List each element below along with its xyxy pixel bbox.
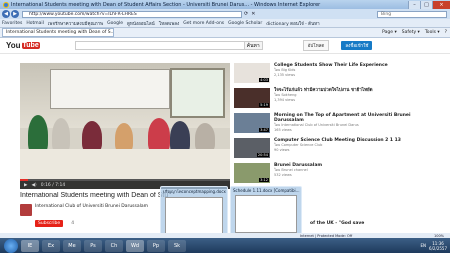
minimize-button[interactable]: – (408, 0, 420, 9)
related-videos: 4:03 College Students Show Their Life Ex… (234, 63, 434, 188)
youtube-header: You Tube ค้นหา อัปโหลด ลงชื่อเข้าใช้ (0, 38, 450, 54)
taskbar-app[interactable]: IE (21, 239, 39, 252)
window-title: International Students meeting with Dean… (11, 1, 321, 8)
youtube-search-button[interactable]: ค้นหา (244, 41, 263, 50)
taskbar-preview[interactable]: Schedule 1.11.docx [Compatibi... (230, 186, 302, 236)
related-views: 165 views (274, 127, 292, 132)
favorites-bar: Favorites Hotmail เพจรักษาความสงบมีคุณภา… (0, 19, 450, 28)
related-video[interactable]: 20:54 Computer Science Club Meeting Disc… (234, 138, 434, 158)
stop-icon[interactable]: ✕ (251, 11, 255, 17)
title-bar: International Students meeting with Dean… (0, 0, 450, 9)
forward-button[interactable]: ▶ (11, 10, 19, 18)
player-time: 0:16 / 7:14 (40, 182, 66, 188)
video-player[interactable]: ▶ ◀) 0:16 / 7:14 (20, 63, 230, 189)
owner-name[interactable]: International Club of Universiti Brunei … (35, 204, 148, 209)
tools-menu[interactable]: Tools ▾ (425, 30, 440, 35)
url-field[interactable]: http://www.youtube.com/watch?v=lLhFR-LHR… (22, 10, 242, 18)
upload-button[interactable]: อัปโหลด (302, 40, 330, 51)
fav-scholar[interactable]: Google Scholar (228, 21, 262, 26)
video-duration: 3:12 (259, 178, 269, 182)
related-video[interactable]: 5:19 ใจจะไร้แก่แล้ว ท่ามีความปวดใจไปงาน … (234, 88, 434, 108)
fav-link[interactable]: โหลดเพลง (159, 20, 180, 27)
video-thumbnail[interactable]: 3:47 (234, 113, 270, 133)
video-scene-whiteboard (50, 69, 170, 109)
avatar[interactable] (20, 204, 32, 216)
fav-dictionary[interactable]: dictionary ดอนใจ๋ - ต้นหา (266, 20, 319, 27)
related-views: 532 views (274, 172, 292, 177)
preview-title: Schedule 1.11.docx [Compatibi... (233, 188, 300, 193)
related-title[interactable]: Morning on The Top of Apartment at Unive… (274, 113, 424, 123)
play-icon[interactable]: ▶ (24, 183, 27, 188)
fav-google[interactable]: Google (107, 21, 123, 26)
system-tray: EN 11:36 6/2/2557 (418, 241, 448, 251)
taskbar-app[interactable]: Ex (42, 239, 60, 252)
subscriber-count: 4 (71, 221, 75, 226)
help-menu[interactable]: ? (445, 30, 447, 35)
fav-link[interactable]: ดูหนังออนไลน์ (127, 20, 155, 27)
preview-thumbnail (165, 197, 223, 235)
taskbar-app[interactable]: Wd (126, 239, 144, 252)
start-button[interactable] (4, 238, 18, 253)
maximize-button[interactable]: □ (420, 0, 432, 9)
close-button[interactable]: × (432, 0, 450, 9)
zoom-level[interactable]: 100% (434, 234, 444, 238)
video-duration: 20:54 (256, 153, 269, 157)
taskbar: IE Ex Me Ps Ch Wd Pp Sk EN 11:36 6/2/255… (0, 238, 450, 253)
youtube-search-input[interactable] (74, 41, 245, 50)
video-duration: 3:47 (259, 128, 269, 132)
video-thumbnail[interactable]: 20:54 (234, 138, 270, 158)
ie-icon (3, 1, 9, 8)
video-owner: International Club of Universiti Brunei … (20, 204, 148, 228)
taskbar-app[interactable]: Ch (105, 239, 123, 252)
fav-addons[interactable]: Get more Add-ons (183, 21, 224, 26)
page-menu[interactable]: Page ▾ (382, 30, 397, 35)
taskbar-preview[interactable]: ปริญญาโทconceptmapping.docx (160, 186, 228, 236)
video-duration: 5:19 (259, 103, 269, 107)
taskbar-app[interactable]: Sk (168, 239, 186, 252)
video-thumbnail[interactable]: 5:19 (234, 88, 270, 108)
fav-favorites[interactable]: Favorites (2, 21, 22, 26)
browser-tab[interactable]: International Students meeting with Dean… (2, 28, 114, 37)
video-scene-window (170, 68, 225, 118)
clock[interactable]: 11:36 6/2/2557 (426, 241, 447, 251)
related-video[interactable]: 4:03 College Students Show Their Life Ex… (234, 63, 434, 83)
command-bar: International Students meeting with Dean… (0, 28, 450, 38)
related-views: 2,135 views (274, 72, 296, 77)
video-duration: 4:03 (259, 78, 269, 82)
related-views: 1,394 views (274, 97, 296, 102)
back-button[interactable]: ◀ (2, 10, 10, 18)
subscribe-button[interactable]: Subscribe (35, 220, 64, 227)
preview-thumbnail (235, 195, 297, 233)
related-views: 90 views (274, 147, 290, 152)
signin-button[interactable]: ลงชื่อเข้าใช้ (341, 41, 373, 50)
ie-window: International Students meeting with Dean… (0, 0, 450, 253)
taskbar-app[interactable]: Ps (84, 239, 102, 252)
refresh-icon[interactable]: ⟳ (244, 11, 248, 17)
volume-icon[interactable]: ◀) (31, 183, 36, 188)
taskbar-app[interactable]: Me (63, 239, 81, 252)
video-thumbnail[interactable]: 3:12 (234, 163, 270, 183)
taskbar-app[interactable]: Pp (147, 239, 165, 252)
related-video[interactable]: 3:12 Brunei Darussalam โดย Brunei channe… (234, 163, 434, 183)
youtube-logo[interactable]: You Tube (6, 41, 40, 50)
fav-hotmail[interactable]: Hotmail (26, 21, 44, 26)
status-zone: Internet | Protected Mode: Off (300, 233, 353, 238)
preview-title: ปริญญาโทconceptmapping.docx (163, 189, 226, 194)
video-thumbnail[interactable]: 4:03 (234, 63, 270, 83)
related-video[interactable]: 3:47 Morning on The Top of Apartment at … (234, 113, 434, 133)
fav-link[interactable]: เพจรักษาความสงบมีคุณภาพ (48, 20, 103, 27)
address-bar: ◀ ▶ http://www.youtube.com/watch?v=lLhFR… (0, 9, 450, 19)
search-input[interactable]: Bing (377, 10, 447, 18)
safety-menu[interactable]: Safety ▾ (402, 30, 420, 35)
related-title-partial[interactable]: of the UK - "God save (310, 221, 364, 226)
